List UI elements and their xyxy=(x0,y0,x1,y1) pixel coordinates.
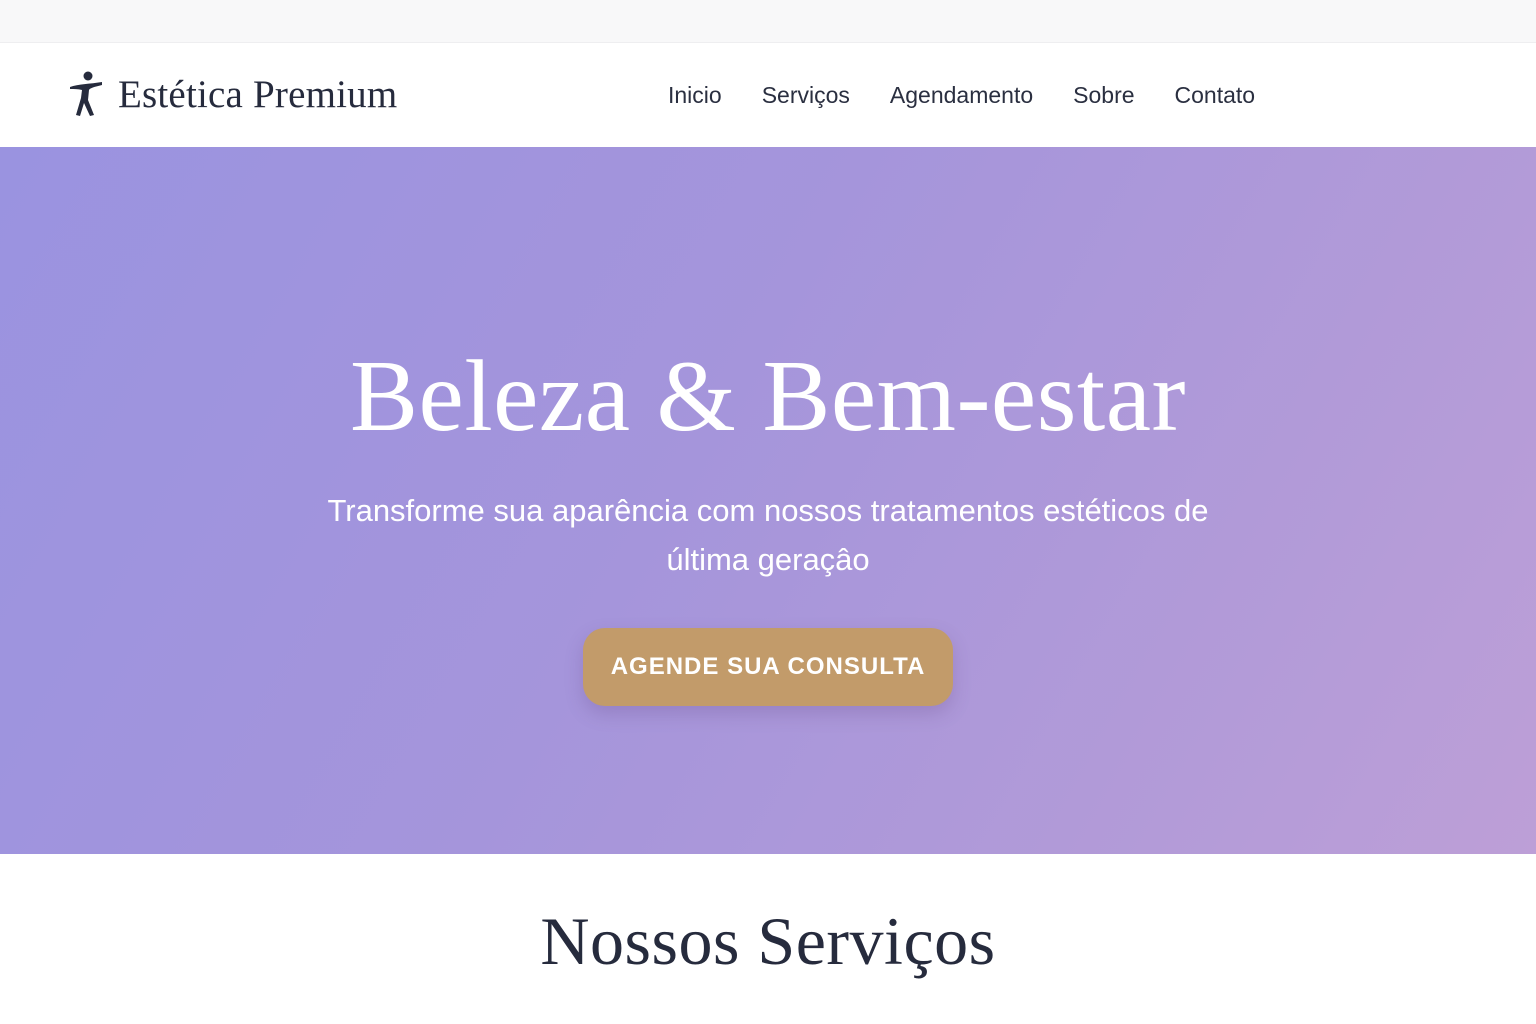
schedule-consultation-button[interactable]: AGENDE SUA CONSULTA xyxy=(583,628,953,706)
nav-item-inicio[interactable]: Inicio xyxy=(668,82,722,109)
hero-subtitle: Transforme sua aparência com nossos trat… xyxy=(327,493,1209,577)
hero-title: Beleza & Bem-estar xyxy=(350,340,1186,453)
brand-name: Estética Premium xyxy=(118,72,398,116)
brand-logo-link[interactable]: Estética Premium xyxy=(66,65,397,123)
services-section: Nossos Serviços xyxy=(0,854,1536,1024)
navbar: Estética Premium Inicio Serviços Agendam… xyxy=(0,43,1536,147)
nav-item-agendamento[interactable]: Agendamento xyxy=(890,82,1033,109)
hero-section: Beleza & Bem-estar Transforme sua aparên… xyxy=(0,147,1536,854)
dancer-figure-icon xyxy=(66,69,106,119)
browser-top-strip xyxy=(0,0,1536,43)
services-title: Nossos Serviços xyxy=(540,903,996,979)
nav-item-sobre[interactable]: Sobre xyxy=(1073,82,1134,109)
nav-item-servicos[interactable]: Serviços xyxy=(762,82,850,109)
nav-item-contato[interactable]: Contato xyxy=(1175,82,1256,109)
main-nav: Inicio Serviços Agendamento Sobre Contat… xyxy=(668,73,1255,117)
